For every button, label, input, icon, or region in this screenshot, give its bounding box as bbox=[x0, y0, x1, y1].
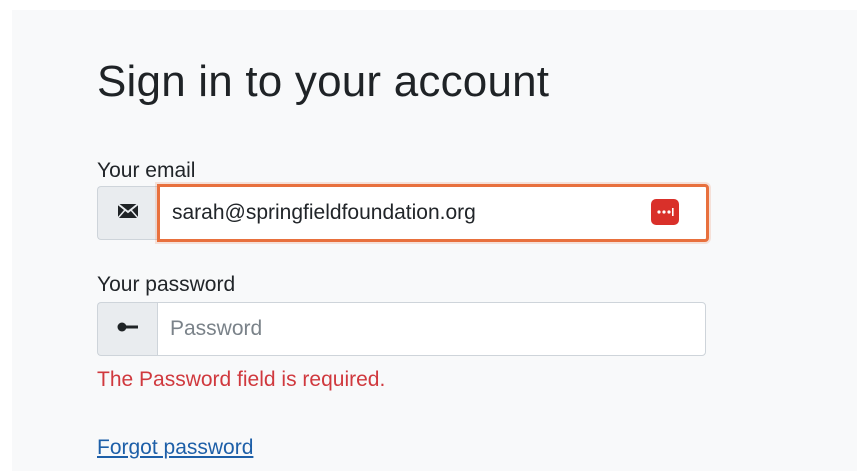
email-input[interactable] bbox=[157, 184, 709, 242]
forgot-password-link[interactable]: Forgot password bbox=[97, 436, 253, 460]
password-error-message: The Password field is required. bbox=[97, 368, 386, 391]
sign-in-page: Sign in to your account Your email Your … bbox=[0, 0, 857, 471]
password-label: Your password bbox=[97, 273, 236, 296]
email-addon bbox=[97, 186, 157, 240]
envelope-icon bbox=[116, 202, 139, 224]
password-input[interactable] bbox=[157, 302, 706, 356]
email-label: Your email bbox=[97, 159, 196, 182]
password-addon bbox=[97, 302, 157, 356]
key-icon bbox=[117, 320, 139, 338]
page-title: Sign in to your account bbox=[97, 57, 550, 106]
password-manager-icon[interactable] bbox=[651, 199, 679, 225]
